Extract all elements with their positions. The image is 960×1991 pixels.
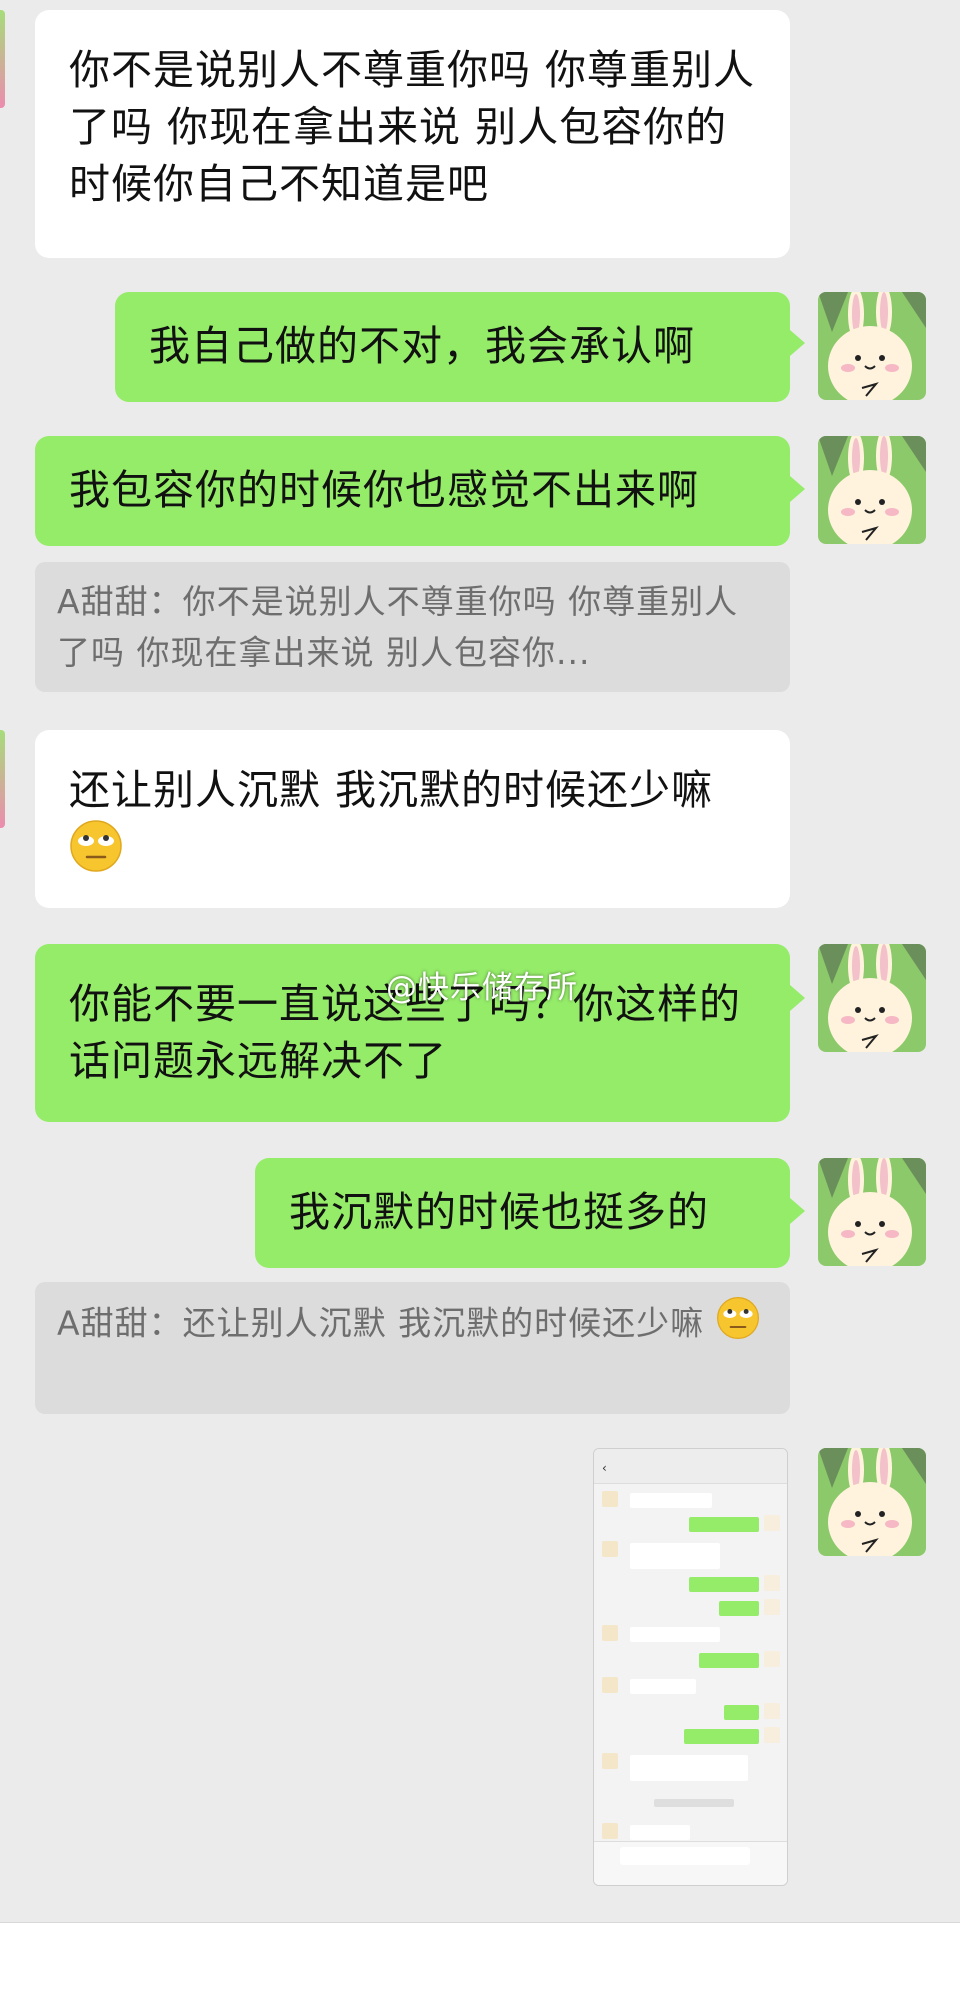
message-text: 你不是说别人不尊重你吗 你尊重别人了吗 你现在拿出来说 别人包容你的时候你自己不… bbox=[69, 46, 756, 208]
message-bubble-right[interactable]: 我自己做的不对，我会承认啊 bbox=[115, 292, 790, 402]
message-text: 还让别人沉默 我沉默的时候还少嘛 bbox=[69, 766, 714, 814]
message-text: 我沉默的时候也挺多的 bbox=[289, 1188, 709, 1236]
message-bubble-left[interactable]: 还让别人沉默 我沉默的时候还少嘛 bbox=[35, 730, 790, 908]
bottom-bar bbox=[0, 1922, 960, 1991]
message-bubble-right[interactable]: 我沉默的时候也挺多的 bbox=[255, 1158, 790, 1268]
bunny-avatar-icon[interactable] bbox=[818, 436, 926, 544]
partner-avatar[interactable] bbox=[0, 10, 5, 108]
message-text: 我包容你的时候你也感觉不出来啊 bbox=[69, 466, 699, 514]
eye-roll-emoji-icon bbox=[716, 1296, 760, 1354]
bubble-tail bbox=[790, 476, 805, 502]
quoted-text: A甜甜：还让别人沉默 我沉默的时候还少嘛 bbox=[57, 1303, 705, 1343]
partner-avatar[interactable] bbox=[0, 730, 5, 828]
bubble-tail bbox=[790, 330, 805, 356]
quoted-message[interactable]: A甜甜：还让别人沉默 我沉默的时候还少嘛 bbox=[35, 1282, 790, 1414]
eye-roll-emoji-icon bbox=[69, 819, 123, 888]
bubble-tail bbox=[790, 985, 805, 1011]
bunny-avatar-icon[interactable] bbox=[818, 1448, 926, 1556]
screenshot-image-message[interactable]: ‹ bbox=[593, 1448, 788, 1886]
quoted-message[interactable]: A甜甜：你不是说别人不尊重你吗 你尊重别人了吗 你现在拿出来说 别人包容你... bbox=[35, 562, 790, 692]
bunny-avatar-icon[interactable] bbox=[818, 944, 926, 1052]
bunny-avatar-icon[interactable] bbox=[818, 292, 926, 400]
bubble-tail bbox=[790, 1198, 805, 1224]
message-text: 我自己做的不对，我会承认啊 bbox=[149, 322, 695, 370]
quoted-text: A甜甜：你不是说别人不尊重你吗 你尊重别人了吗 你现在拿出来说 别人包容你... bbox=[57, 582, 739, 672]
message-bubble-right[interactable]: 我包容你的时候你也感觉不出来啊 bbox=[35, 436, 790, 546]
message-bubble-left[interactable]: 你不是说别人不尊重你吗 你尊重别人了吗 你现在拿出来说 别人包容你的时候你自己不… bbox=[35, 10, 790, 258]
watermark: @快乐储存所 bbox=[386, 970, 578, 1006]
bunny-avatar-icon[interactable] bbox=[818, 1158, 926, 1266]
